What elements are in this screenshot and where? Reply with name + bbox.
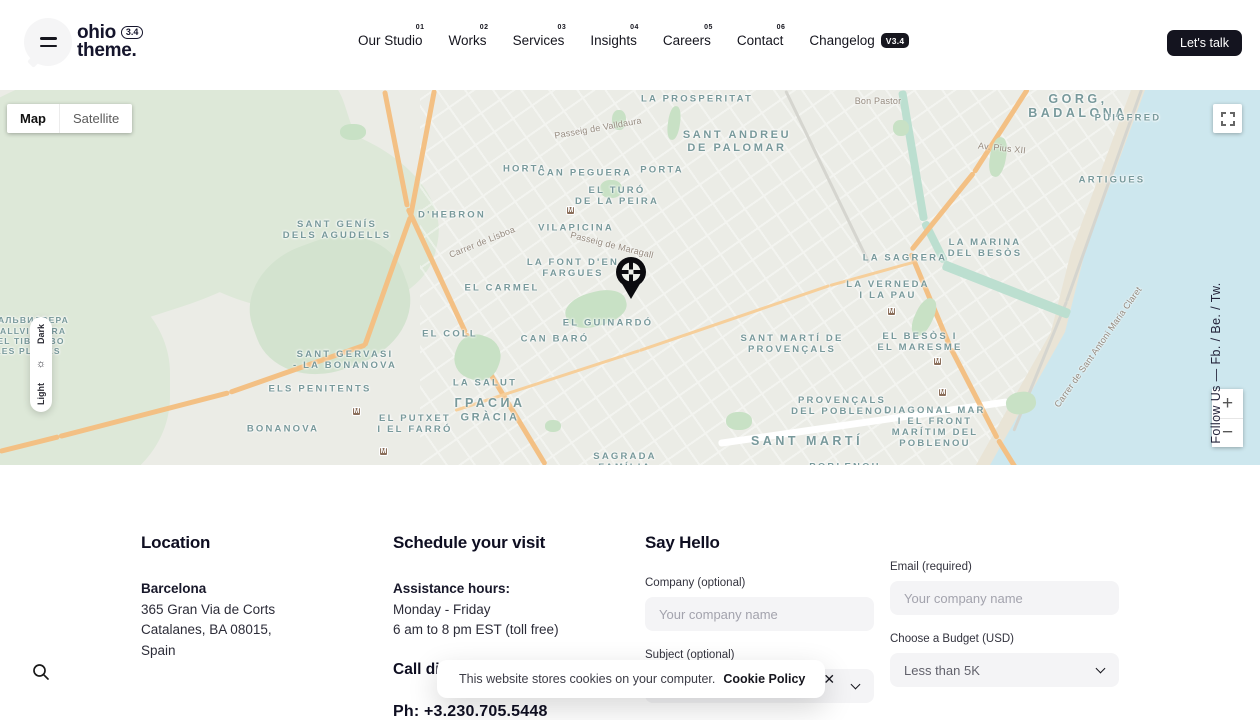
nav-item-services[interactable]: 03 Services: [513, 33, 565, 48]
site-logo[interactable]: ohio 3.4 theme.: [77, 24, 143, 60]
nav-number: 06: [777, 24, 786, 31]
metro-station-icon: M: [938, 388, 947, 397]
map-theme-toggle[interactable]: Dark ☼ Light: [30, 317, 52, 412]
company-input[interactable]: [645, 597, 874, 631]
cookie-banner: This website stores cookies on your comp…: [437, 660, 825, 698]
cookie-text: This website stores cookies on your comp…: [459, 672, 715, 686]
metro-station-icon: M: [566, 206, 575, 215]
map-location-pin-icon[interactable]: [614, 256, 648, 300]
satellite-view-button[interactable]: Satellite: [60, 104, 132, 133]
logo-text-2: theme.: [77, 40, 136, 61]
map-district-label: ELS PENITENTS: [268, 384, 371, 395]
site-header: ohio 3.4 theme. 01 Our Studio 02 Works 0…: [0, 0, 1260, 90]
budget-select[interactable]: Less than 5K: [890, 653, 1119, 687]
nav-number: 01: [416, 24, 425, 31]
fullscreen-button[interactable]: [1213, 104, 1242, 133]
chevron-down-icon: [1096, 664, 1106, 674]
address-line: Catalanes, BA 08015,: [141, 620, 275, 641]
nav-item-careers[interactable]: 05 Careers: [663, 33, 711, 48]
nav-label: Insights: [590, 33, 637, 48]
map-park: [612, 110, 626, 130]
nav-label: Careers: [663, 33, 711, 48]
hours-line: Monday - Friday: [393, 600, 559, 621]
nav-label: Works: [449, 33, 487, 48]
metro-station-icon: M: [379, 447, 388, 456]
light-mode-label[interactable]: Light: [36, 383, 46, 405]
email-label: Email (required): [890, 561, 1119, 573]
lets-talk-button[interactable]: Let's talk: [1167, 30, 1242, 56]
hamburger-icon: [40, 37, 57, 39]
map-park: [340, 124, 366, 140]
menu-button[interactable]: [24, 18, 72, 66]
map-district-label: BONANOVA: [247, 424, 319, 435]
address-line: Spain: [141, 641, 275, 662]
metro-station-icon: M: [352, 407, 361, 416]
chevron-down-icon: [851, 680, 861, 690]
nav-label: Services: [513, 33, 565, 48]
metro-station-icon: M: [887, 307, 896, 316]
nav-number: 03: [558, 24, 567, 31]
budget-value: Less than 5K: [904, 663, 980, 678]
location-column: Location Barcelona 365 Gran Via de Corts…: [141, 533, 275, 661]
schedule-heading: Schedule your visit: [393, 533, 559, 553]
nav-number: 05: [704, 24, 713, 31]
email-input[interactable]: [890, 581, 1119, 615]
close-icon[interactable]: ✕: [823, 672, 835, 686]
nav-item-our-studio[interactable]: 01 Our Studio: [358, 33, 423, 48]
phone-number[interactable]: Ph: +3.230.705.5448: [393, 703, 559, 720]
nav-label: Changelog: [809, 33, 874, 48]
cookie-policy-link[interactable]: Cookie Policy: [723, 672, 805, 686]
address-line: 365 Gran Via de Corts: [141, 600, 275, 621]
nav-item-contact[interactable]: 06 Contact: [737, 33, 784, 48]
hours-title: Assistance hours:: [393, 579, 559, 600]
city-name: Barcelona: [141, 579, 275, 600]
say-hello-heading: Say Hello: [645, 533, 874, 553]
hamburger-icon: [40, 45, 57, 47]
nav-label: Contact: [737, 33, 784, 48]
budget-label: Choose a Budget (USD): [890, 633, 1119, 645]
map-park: [726, 412, 752, 430]
dark-mode-label[interactable]: Dark: [36, 324, 46, 344]
contact-form-right: Email (required) Choose a Budget (USD) L…: [890, 561, 1119, 705]
nav-label: Our Studio: [358, 33, 423, 48]
nav-number: 04: [630, 24, 639, 31]
map-park: [893, 120, 909, 136]
location-heading: Location: [141, 533, 275, 553]
map-view-button[interactable]: Map: [7, 104, 60, 133]
fullscreen-icon: [1221, 112, 1235, 126]
hours-line: 6 am to 8 pm EST (toll free): [393, 620, 559, 641]
follow-us-text[interactable]: Follow Us — Fb. / Be. / Tw.: [1209, 282, 1223, 443]
main-nav: 01 Our Studio 02 Works 03 Services 04 In…: [358, 33, 909, 48]
version-badge: V3.4: [881, 33, 910, 48]
nav-number: 02: [480, 24, 489, 31]
search-icon[interactable]: [32, 663, 50, 681]
metro-station-icon: M: [933, 357, 942, 366]
sun-icon: ☼: [36, 359, 46, 369]
company-label: Company (optional): [645, 577, 874, 589]
nav-item-insights[interactable]: 04 Insights: [590, 33, 637, 48]
map-park: [600, 180, 622, 198]
map-park: [545, 420, 561, 432]
nav-item-changelog[interactable]: Changelog V3.4: [809, 33, 909, 48]
logo-version-badge: 3.4: [121, 26, 144, 39]
google-map[interactable]: LA PROSPERITAT GORG, BADALONA PUIGFRED S…: [0, 90, 1260, 465]
nav-item-works[interactable]: 02 Works: [449, 33, 487, 48]
map-type-control: Map Satellite: [7, 104, 132, 133]
